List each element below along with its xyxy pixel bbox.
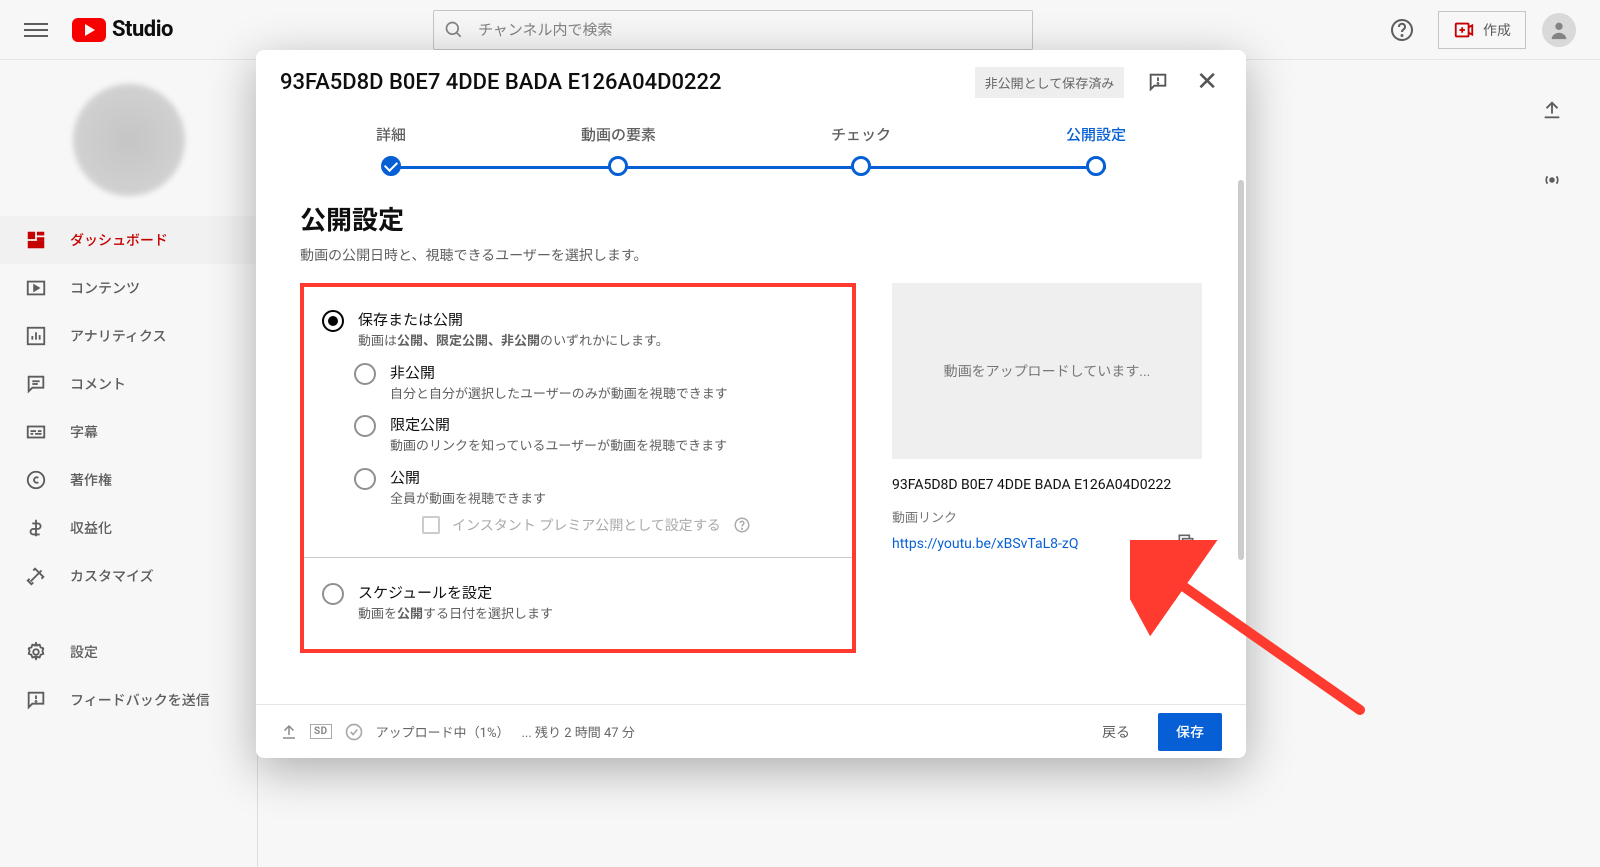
preview-link-label: 動画リンク	[892, 507, 1202, 526]
preview-link[interactable]: https://youtu.be/xBSvTaL8-zQ	[892, 536, 1078, 552]
step-checks[interactable]: チェック	[831, 124, 891, 176]
visibility-card: 保存または公開 動画は公開、限定公開、非公開のいずれかにします。 非公開 自分と…	[300, 283, 856, 653]
copy-icon[interactable]	[1170, 526, 1202, 562]
checkbox-icon[interactable]	[422, 516, 440, 534]
step-visibility[interactable]: 公開設定	[1066, 124, 1126, 176]
section-title: 公開設定	[300, 200, 1202, 237]
preview-pane: 動画をアップロードしています... 93FA5D8D B0E7 4DDE BAD…	[892, 283, 1202, 653]
modal-title: 93FA5D8D B0E7 4DDE BADA E126A04D0222	[280, 70, 722, 95]
upload-progress-text: アップロード中（1%）	[376, 722, 510, 741]
save-status-badge: 非公開として保存済み	[975, 67, 1125, 98]
feedback-modal-icon[interactable]	[1138, 62, 1178, 102]
stepper: 詳細 動画の要素 チェック 公開設定	[256, 114, 1246, 188]
radio-icon[interactable]	[322, 310, 344, 332]
modal-header: 93FA5D8D B0E7 4DDE BADA E126A04D0222 非公開…	[256, 50, 1246, 114]
step-detail[interactable]: 詳細	[376, 124, 406, 176]
radio-icon[interactable]	[354, 415, 376, 437]
radio-schedule[interactable]: スケジュールを設定 動画を公開する日付を選択します	[322, 576, 834, 629]
sd-badge: SD	[310, 724, 332, 739]
check-circle-icon	[344, 722, 364, 742]
radio-icon[interactable]	[354, 363, 376, 385]
premiere-checkbox[interactable]: インスタント プレミア公開として設定する	[422, 515, 834, 535]
radio-icon[interactable]	[322, 583, 344, 605]
preview-title: 93FA5D8D B0E7 4DDE BADA E126A04D0222	[892, 477, 1202, 493]
radio-public[interactable]: 公開 全員が動画を視聴できます インスタント プレミア公開として設定する	[354, 461, 834, 540]
preview-thumbnail: 動画をアップロードしています...	[892, 283, 1202, 459]
time-remaining-text: ... 残り 2 時間 47 分	[521, 722, 634, 741]
step-elements[interactable]: 動画の要素	[581, 124, 656, 176]
radio-icon[interactable]	[354, 468, 376, 490]
upload-icon	[280, 723, 298, 741]
upload-modal: 93FA5D8D B0E7 4DDE BADA E126A04D0222 非公開…	[256, 50, 1246, 758]
modal-body: 公開設定 動画の公開日時と、視聴できるユーザーを選択します。 保存または公開 動…	[256, 188, 1246, 704]
section-subtitle: 動画の公開日時と、視聴できるユーザーを選択します。	[300, 245, 1202, 265]
close-icon[interactable]: ✕	[1192, 69, 1222, 95]
radio-private[interactable]: 非公開 自分と自分が選択したユーザーのみが動画を視聴できます	[354, 356, 834, 409]
divider	[304, 557, 852, 558]
radio-save-publish[interactable]: 保存または公開 動画は公開、限定公開、非公開のいずれかにします。	[322, 303, 834, 356]
save-button[interactable]: 保存	[1158, 713, 1222, 751]
radio-unlisted[interactable]: 限定公開 動画のリンクを知っているユーザーが動画を視聴できます	[354, 408, 834, 461]
help-icon[interactable]	[733, 516, 751, 534]
modal-footer: SD アップロード中（1%） ... 残り 2 時間 47 分 戻る 保存	[256, 704, 1246, 758]
back-button[interactable]: 戻る	[1092, 714, 1140, 750]
